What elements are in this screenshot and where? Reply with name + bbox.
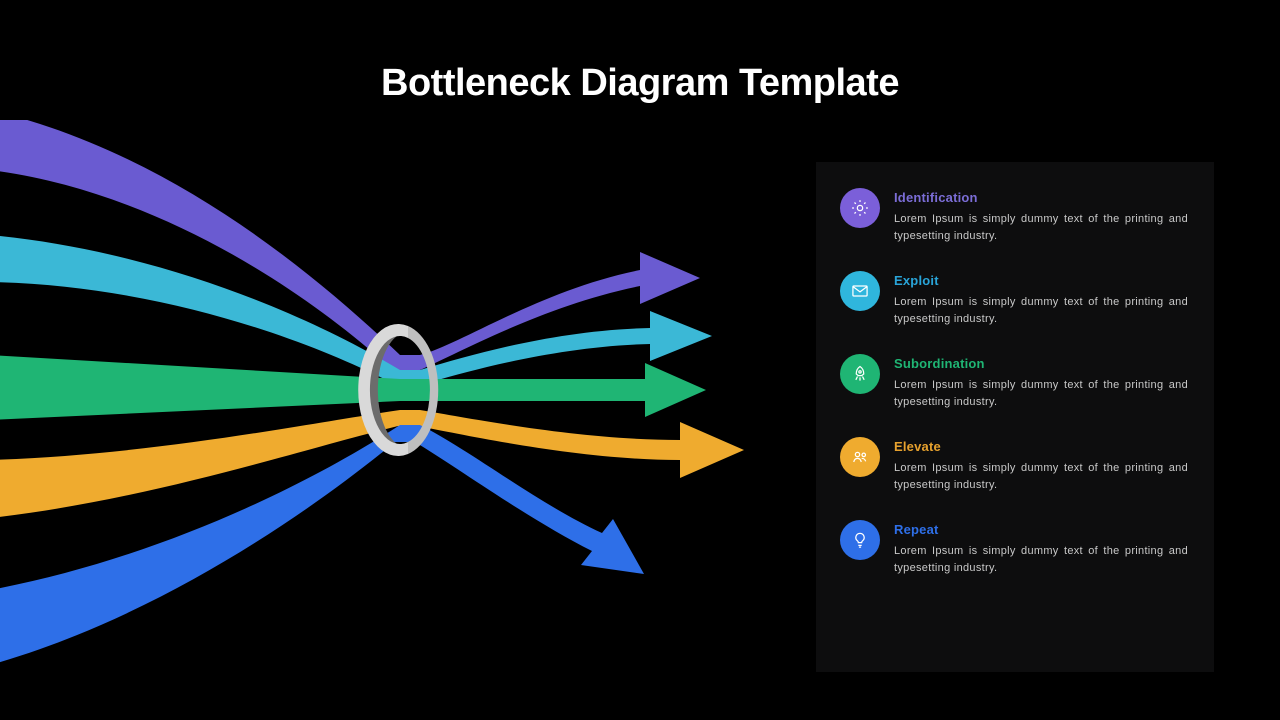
item-desc: Lorem Ipsum is simply dummy text of the …	[894, 460, 1188, 494]
item-elevate: Elevate Lorem Ipsum is simply dummy text…	[840, 437, 1188, 494]
item-repeat: Repeat Lorem Ipsum is simply dummy text …	[840, 520, 1188, 577]
item-subordination: Subordination Lorem Ipsum is simply dumm…	[840, 354, 1188, 411]
item-title: Subordination	[894, 356, 1188, 371]
page-title: Bottleneck Diagram Template	[0, 62, 1280, 105]
gear-icon	[840, 188, 880, 228]
info-panel: Identification Lorem Ipsum is simply dum…	[816, 162, 1214, 672]
item-title: Exploit	[894, 273, 1188, 288]
item-title: Repeat	[894, 522, 1188, 537]
bottleneck-diagram	[0, 120, 780, 680]
item-desc: Lorem Ipsum is simply dummy text of the …	[894, 543, 1188, 577]
arrow-green	[0, 355, 706, 420]
bulb-icon	[840, 520, 880, 560]
item-desc: Lorem Ipsum is simply dummy text of the …	[894, 377, 1188, 411]
item-title: Elevate	[894, 439, 1188, 454]
people-icon	[840, 437, 880, 477]
mail-icon	[840, 271, 880, 311]
item-desc: Lorem Ipsum is simply dummy text of the …	[894, 294, 1188, 328]
item-title: Identification	[894, 190, 1188, 205]
rocket-icon	[840, 354, 880, 394]
item-desc: Lorem Ipsum is simply dummy text of the …	[894, 211, 1188, 245]
item-identification: Identification Lorem Ipsum is simply dum…	[840, 188, 1188, 245]
item-exploit: Exploit Lorem Ipsum is simply dummy text…	[840, 271, 1188, 328]
